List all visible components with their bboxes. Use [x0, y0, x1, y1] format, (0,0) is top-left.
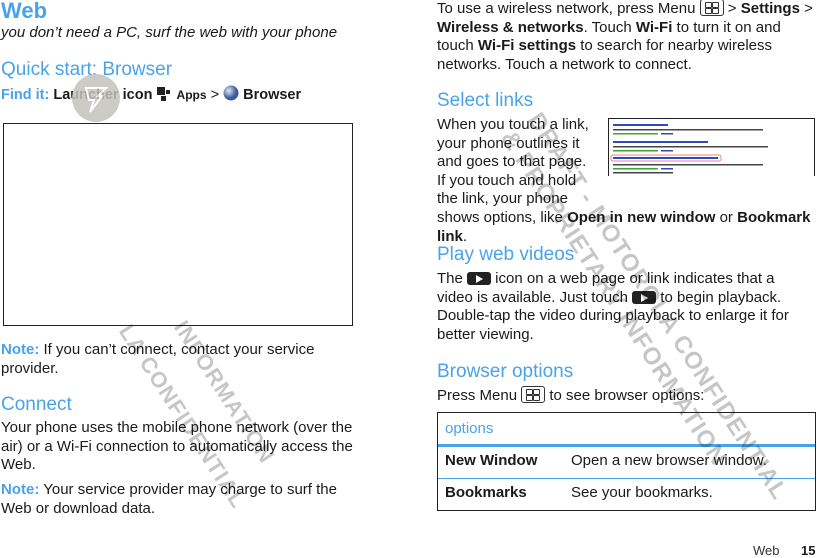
table-header: options — [445, 420, 494, 437]
text: or — [715, 208, 738, 226]
option-description: See your bookmarks. — [571, 484, 713, 501]
motorola-logo-watermark — [72, 74, 120, 122]
browser-label: Browser — [243, 87, 302, 103]
text: To use a wireless network, press Menu — [437, 0, 700, 17]
option-name: Bookmarks — [445, 484, 527, 501]
settings-label: Settings — [740, 0, 800, 17]
text: Press Menu — [437, 387, 522, 404]
text: The — [437, 270, 468, 287]
text: > — [723, 0, 741, 17]
page-title: Web — [1, 0, 48, 23]
menu-key-icon — [699, 0, 724, 16]
page-subtitle: you don’t need a PC, surf the web with y… — [1, 24, 338, 41]
browser-screenshot-placeholder — [3, 123, 353, 326]
text: > — [799, 0, 813, 17]
select-links-heading: Select links — [437, 90, 534, 111]
browser-globe-icon — [223, 85, 239, 105]
menu-key-icon — [521, 386, 546, 403]
wireless-paragraph: To use a wireless network, press Menu > … — [437, 0, 817, 74]
note-text: Your service provider may charge to surf… — [1, 481, 337, 517]
find-it-line: Find it: Launcher icon Apps > Browser — [1, 85, 301, 105]
connect-heading: Connect — [1, 394, 72, 415]
note-label: Note: — [1, 341, 40, 358]
play-icon — [467, 272, 492, 285]
note-label: Note: — [1, 481, 40, 498]
wifi-label: Wi-Fi — [635, 18, 673, 36]
find-it-label: Find it: — [1, 87, 50, 103]
browser-options-paragraph: Press Menu to see browser options: — [437, 386, 812, 406]
play-videos-heading: Play web videos — [437, 244, 575, 265]
separator: > — [210, 87, 220, 103]
launcher-icon — [156, 87, 173, 105]
wifi-settings-label: Wi-Fi settings — [477, 37, 577, 55]
select-links-paragraph: When you touch a link, your phone outlin… — [437, 116, 815, 246]
note-charges: Note: Your service provider may charge t… — [1, 481, 361, 518]
browser-options-heading: Browser options — [437, 361, 574, 382]
text: . — [462, 227, 468, 245]
text: . Touch — [583, 18, 636, 36]
wireless-networks-label: Wireless & networks — [437, 18, 584, 36]
option-name: New Window — [445, 452, 538, 469]
footer-section: Web — [753, 543, 780, 558]
page-number: 15 — [801, 543, 816, 558]
apps-label: Apps — [176, 88, 207, 102]
note-connect: Note: If you can’t connect, contact your… — [1, 341, 351, 378]
